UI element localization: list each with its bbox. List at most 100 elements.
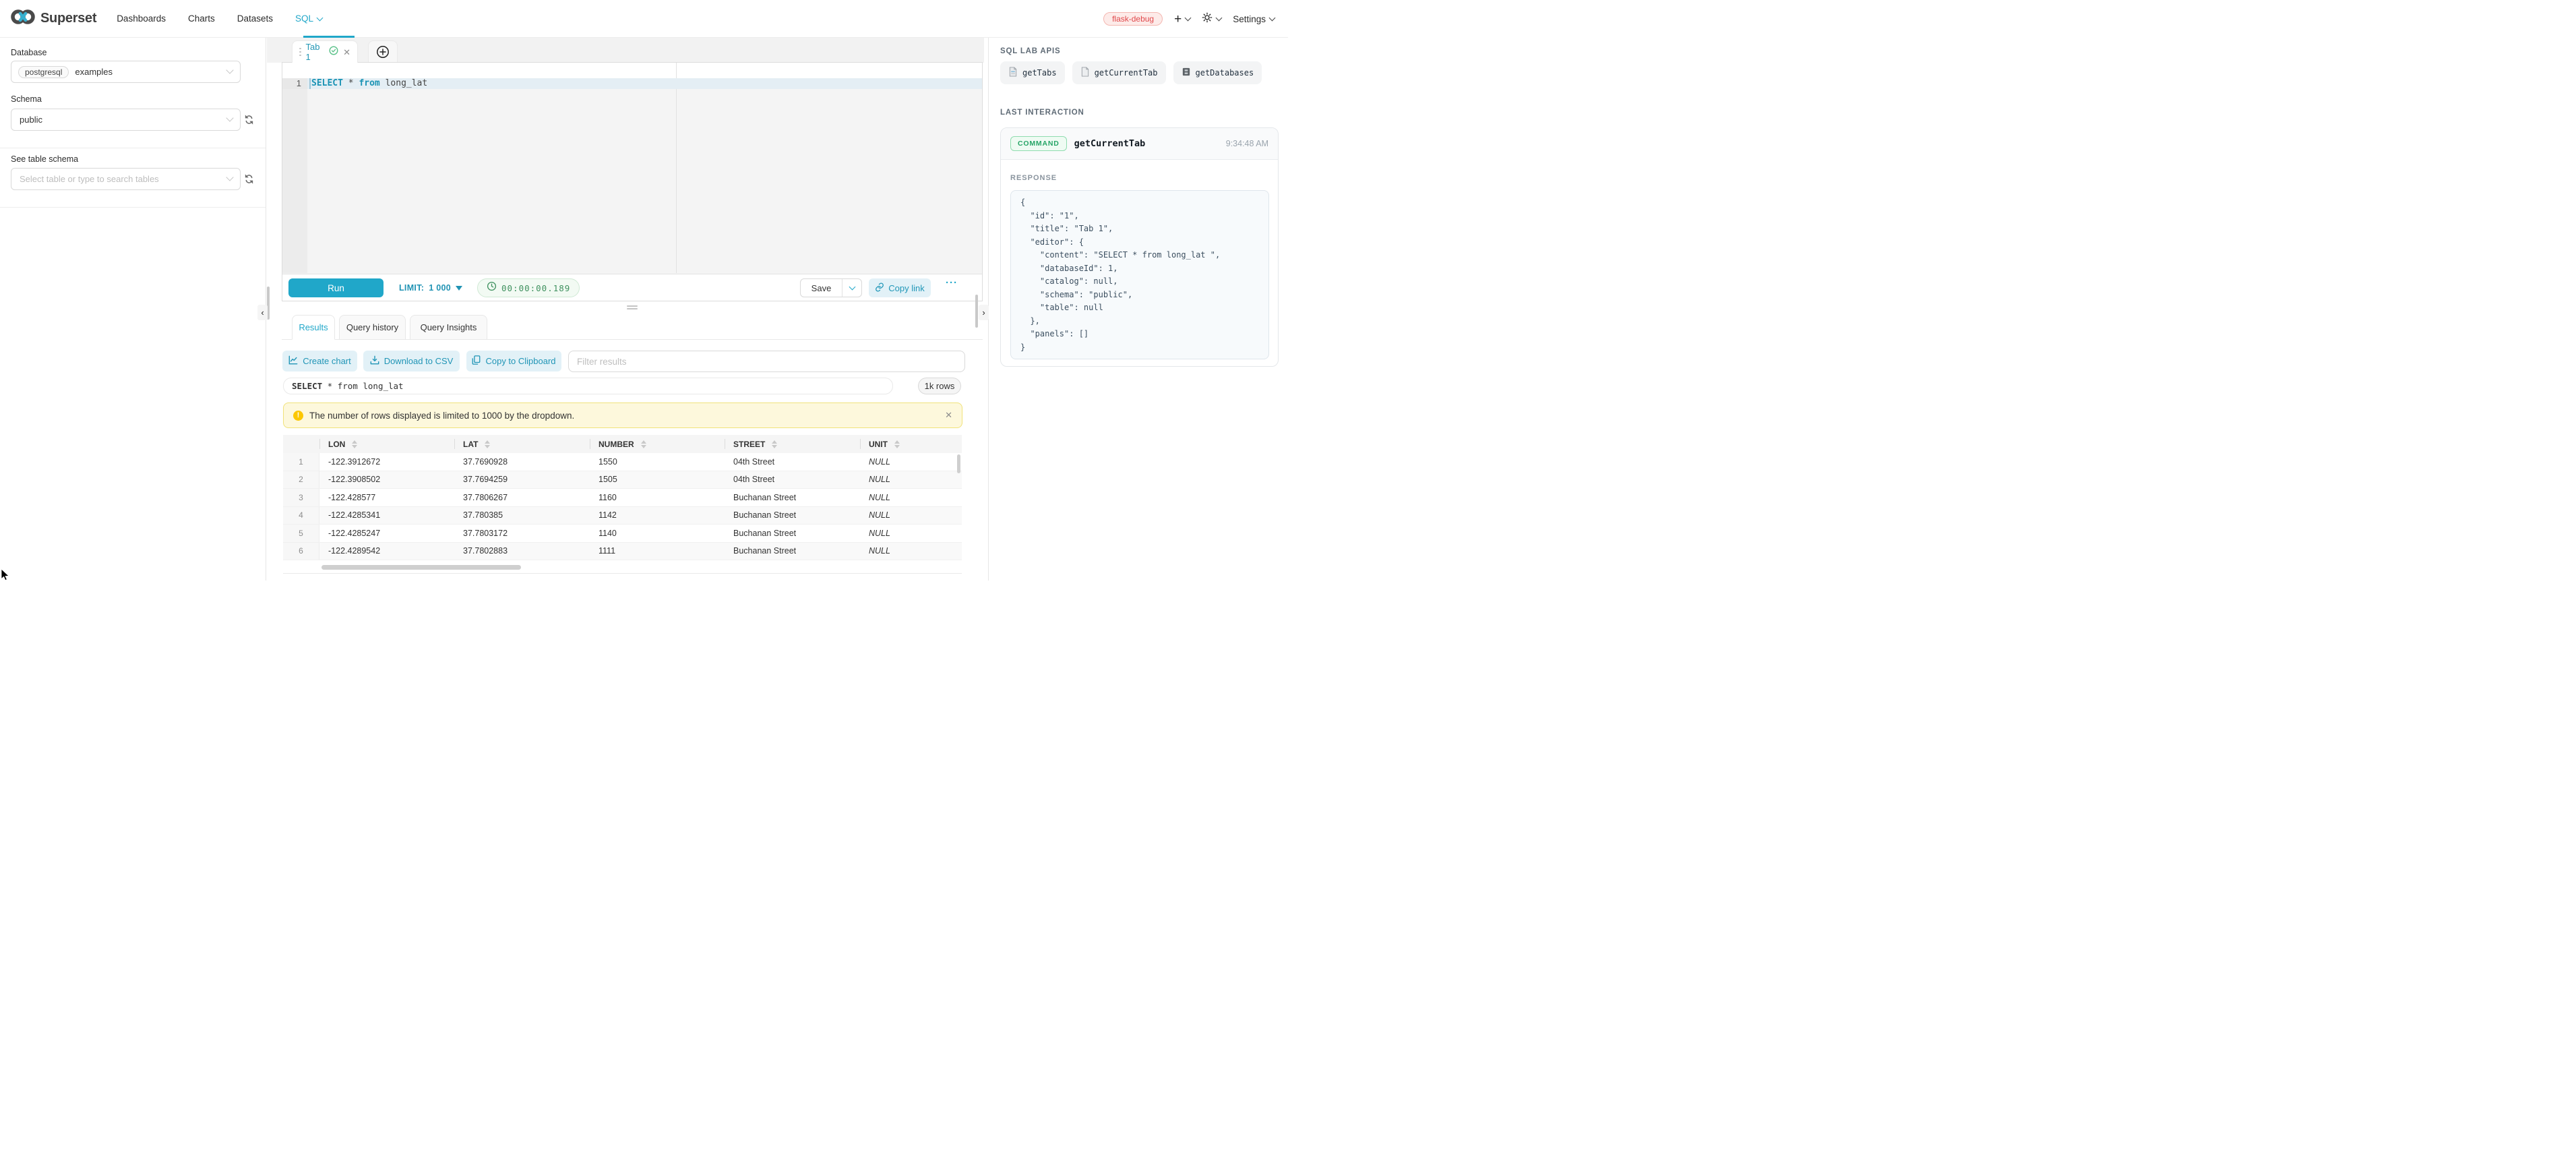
create-chart-button[interactable]: Create chart	[282, 351, 357, 371]
nav-datasets[interactable]: Datasets	[237, 13, 273, 24]
table-row: 2 -122.3908502 37.7694259 1505 04th Stre…	[283, 471, 962, 489]
column-header-lat[interactable]: LAT	[454, 435, 590, 453]
schema-select[interactable]: public	[11, 109, 241, 131]
tab-results[interactable]: Results	[292, 315, 335, 340]
navbar: Superset Dashboards Charts Datasets SQL …	[0, 0, 1288, 38]
sql-table-name: long_lat	[380, 78, 427, 88]
command-badge: COMMAND	[1010, 136, 1067, 151]
superset-sql-lab: Superset Dashboards Charts Datasets SQL …	[0, 0, 1288, 580]
download-csv-button[interactable]: Download to CSV	[363, 351, 460, 371]
table-row: 3 -122.428577 37.7806267 1160 Buchanan S…	[283, 489, 962, 507]
sort-icon[interactable]	[772, 440, 777, 448]
cell-number: 1111	[590, 543, 725, 560]
table-row: 4 -122.4285341 37.780385 1142 Buchanan S…	[283, 507, 962, 525]
executed-query-preview: SELECT * from long_lat	[283, 378, 893, 394]
row-number-header	[283, 435, 319, 453]
cell-lat: 37.780385	[454, 507, 590, 525]
collapse-sidebar-button[interactable]: ‹	[257, 305, 268, 320]
divider	[0, 207, 266, 208]
cell-lat: 37.7690928	[454, 453, 590, 471]
sql-text: * from long_lat	[322, 381, 403, 391]
get-current-tab-button[interactable]: getCurrentTab	[1072, 61, 1166, 84]
column-header-unit[interactable]: UNIT	[860, 435, 962, 453]
copy-link-label: Copy link	[888, 283, 924, 293]
sort-icon[interactable]	[894, 440, 900, 448]
cell-number: 1140	[590, 525, 725, 542]
column-label: STREET	[733, 440, 765, 449]
more-actions-button[interactable]: ···	[946, 277, 958, 289]
new-item-button[interactable]: +	[1174, 13, 1190, 26]
sql-text: *	[343, 78, 359, 88]
table-vertical-scrollbar[interactable]	[957, 454, 960, 473]
chevron-down-icon	[1269, 15, 1276, 22]
theme-switcher-button[interactable]	[1202, 12, 1221, 26]
add-tab-button[interactable]	[368, 40, 398, 63]
chevron-down-icon	[849, 284, 855, 291]
column-header-number[interactable]: NUMBER	[590, 435, 725, 453]
main-menu: Dashboards Charts Datasets SQL	[117, 0, 322, 38]
collapse-right-panel-button[interactable]: ›	[979, 305, 989, 320]
cell-unit: NULL	[860, 525, 962, 542]
settings-menu[interactable]: Settings	[1233, 14, 1275, 24]
pane-resize-handle[interactable]	[627, 304, 638, 310]
api-buttons-row: getTabs getCurrentTab	[1000, 61, 1262, 84]
editor-toolbar: Run LIMIT: 1 000 00:00:00.189 Save	[282, 274, 982, 301]
main-pane-scrollbar[interactable]	[975, 295, 978, 328]
command-timestamp: 9:34:48 AM	[1226, 139, 1268, 148]
tab-query-insights[interactable]: Query Insights	[410, 315, 487, 340]
copy-clipboard-button[interactable]: Copy to Clipboard	[466, 351, 561, 371]
table-select[interactable]: Select table or type to search tables	[11, 168, 241, 190]
close-tab-icon[interactable]: ✕	[343, 48, 350, 57]
sort-icon[interactable]	[352, 440, 357, 448]
editor-caret	[309, 78, 311, 89]
page-icon	[1080, 67, 1090, 79]
save-options-button[interactable]	[842, 279, 861, 297]
table-horizontal-scrollbar[interactable]	[321, 565, 521, 570]
editor-tab-title: Tab 1	[306, 42, 325, 62]
api-button-label: getTabs	[1022, 68, 1057, 78]
cell-unit: NULL	[860, 453, 962, 471]
close-alert-icon[interactable]: ✕	[945, 410, 952, 421]
refresh-tables-icon[interactable]	[243, 173, 255, 185]
get-databases-button[interactable]: getDatabases	[1173, 61, 1262, 84]
database-value: examples	[75, 67, 113, 77]
filter-results-input[interactable]	[568, 351, 965, 372]
limit-value: 1 000	[429, 283, 451, 293]
editor-background	[282, 63, 982, 78]
nav-dashboards[interactable]: Dashboards	[117, 13, 166, 24]
editor-tab-1[interactable]: Tab 1 ✕	[292, 40, 358, 63]
cell-street: Buchanan Street	[725, 525, 860, 542]
response-label: RESPONSE	[1010, 174, 1057, 182]
editor-print-margin	[676, 63, 677, 273]
database-select[interactable]: postgresql examples	[11, 61, 241, 83]
sql-lab-api-panel: SQL LAB APIS getTabs	[988, 38, 1288, 580]
get-tabs-button[interactable]: getTabs	[1000, 61, 1065, 84]
cell-lat: 37.7694259	[454, 471, 590, 489]
clipboard-icon	[472, 355, 481, 367]
save-button[interactable]: Save	[801, 279, 842, 297]
save-split-button[interactable]: Save	[800, 278, 862, 297]
sort-icon[interactable]	[641, 440, 646, 448]
run-button[interactable]: Run	[288, 278, 384, 297]
sql-code-line[interactable]: SELECT * from long_lat	[311, 78, 427, 89]
refresh-schemas-icon[interactable]	[243, 114, 255, 126]
schema-label: Schema	[11, 94, 42, 104]
cell-lon: -122.4285341	[319, 507, 454, 525]
sort-icon[interactable]	[485, 440, 490, 448]
column-header-lon[interactable]: LON	[319, 435, 454, 453]
cell-number: 1160	[590, 489, 725, 506]
cell-lat: 37.7806267	[454, 489, 590, 506]
tabs-page-icon	[1008, 67, 1018, 79]
copy-link-button[interactable]: Copy link	[869, 278, 931, 297]
tab-query-history[interactable]: Query history	[339, 315, 406, 340]
plus-circle-icon	[376, 45, 390, 59]
row-number: 3	[283, 489, 319, 506]
limit-dropdown[interactable]: LIMIT: 1 000	[399, 274, 462, 301]
plus-icon: +	[1174, 13, 1182, 26]
api-button-label: getDatabases	[1196, 68, 1254, 78]
superset-logo[interactable]: Superset	[11, 7, 96, 30]
nav-charts[interactable]: Charts	[188, 13, 215, 24]
drag-handle-icon[interactable]	[299, 48, 301, 57]
column-header-street[interactable]: STREET	[725, 435, 860, 453]
nav-sql[interactable]: SQL	[295, 13, 322, 24]
